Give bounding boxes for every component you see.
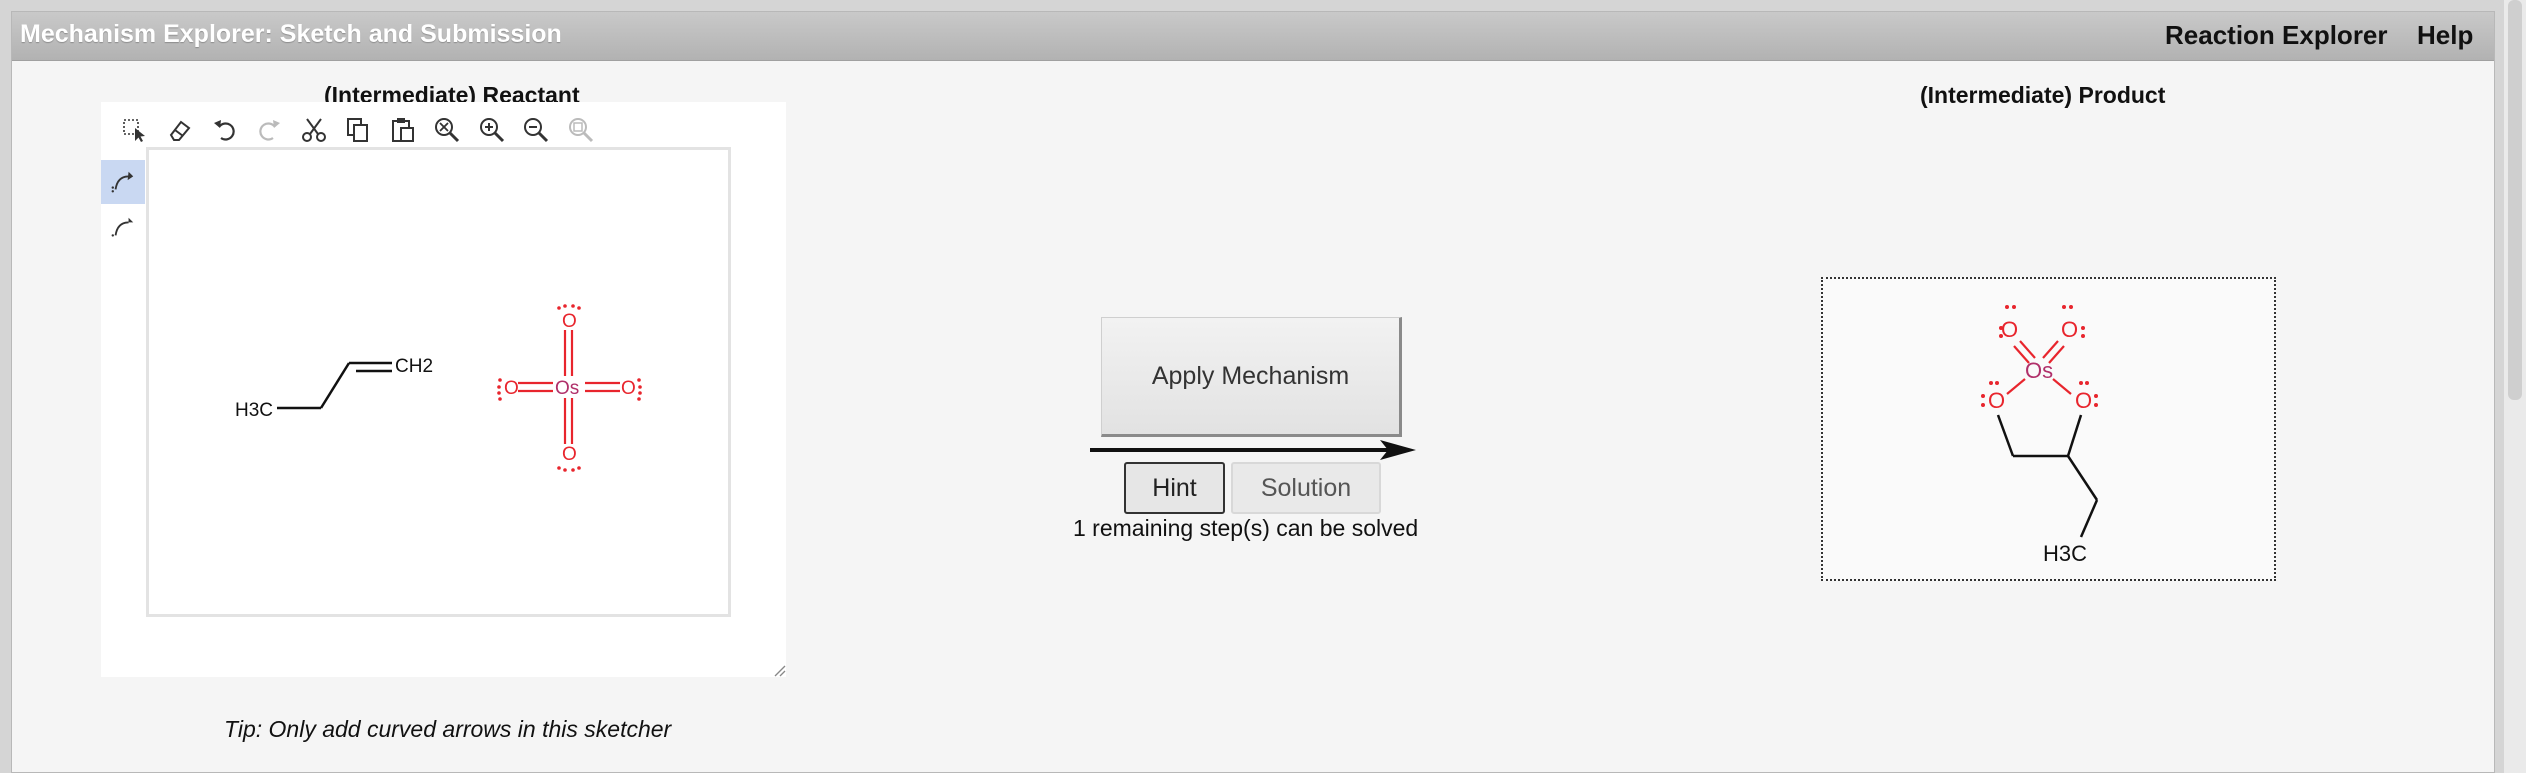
- page-scrollbar[interactable]: [2504, 0, 2526, 773]
- oxygen-top-label: O: [562, 311, 577, 332]
- oxygen-left-label: O: [504, 378, 519, 399]
- osmium-label: Os: [555, 378, 579, 399]
- product-structure-box: Os O O O O H3C: [1821, 277, 2276, 581]
- hint-button[interactable]: Hint: [1124, 462, 1225, 514]
- eraser-icon[interactable]: [162, 112, 198, 148]
- paste-icon[interactable]: [385, 112, 421, 148]
- product-oxygen-4: O: [2075, 388, 2092, 413]
- zoom-reset-icon[interactable]: [429, 112, 465, 148]
- app-title: Mechanism Explorer: Sketch and Submissio…: [20, 20, 562, 48]
- copy-icon[interactable]: [340, 112, 376, 148]
- redo-icon[interactable]: [251, 112, 287, 148]
- resize-handle-icon[interactable]: [772, 663, 786, 677]
- curved-arrow-pair-tool[interactable]: [101, 160, 145, 204]
- product-oxygen-3: O: [1988, 388, 2005, 413]
- product-oxygen-1: O: [2001, 317, 2018, 342]
- scrollbar-thumb[interactable]: [2508, 0, 2522, 400]
- curved-arrow-single-tool[interactable]: [101, 206, 145, 250]
- oxygen-right-label: O: [621, 378, 636, 399]
- curved-arrow-electron-pair-icon: [111, 171, 134, 193]
- solution-button[interactable]: Solution: [1231, 462, 1381, 514]
- reaction-explorer-link[interactable]: Reaction Explorer: [2165, 20, 2388, 51]
- sketch-canvas[interactable]: H3C CH2 Os O O O O: [146, 147, 731, 617]
- reactant-molecules: H3C CH2 Os O O O O: [235, 304, 642, 472]
- zoom-in-icon[interactable]: [474, 112, 510, 148]
- butene-molecule: H3C CH2: [235, 356, 433, 421]
- undo-icon[interactable]: [207, 112, 243, 148]
- curved-arrow-single-electron-icon: [111, 217, 134, 237]
- apply-mechanism-button[interactable]: Apply Mechanism: [1101, 317, 1402, 437]
- product-osmium-label: Os: [2025, 358, 2053, 383]
- osmium-tetroxide-molecule: Os O O O O: [497, 304, 642, 472]
- cut-icon[interactable]: [296, 112, 332, 148]
- sketcher-tip: Tip: Only add curved arrows in this sket…: [224, 716, 672, 742]
- reaction-arrow-icon: [1090, 440, 1416, 460]
- title-bar: Mechanism Explorer: Sketch and Submissio…: [12, 12, 2494, 61]
- methylene-label: CH2: [395, 356, 433, 377]
- methyl-label: H3C: [235, 400, 273, 421]
- select-icon[interactable]: [117, 112, 153, 148]
- help-link[interactable]: Help: [2417, 20, 2473, 51]
- oxygen-bottom-label: O: [562, 444, 577, 465]
- product-oxygen-2: O: [2061, 317, 2078, 342]
- product-molecule: Os O O O O H3C: [1981, 305, 2099, 566]
- reactant-sketcher: H3C CH2 Os O O O O: [101, 102, 786, 677]
- product-title: (Intermediate) Product: [1920, 82, 2166, 108]
- remaining-steps-status: 1 remaining step(s) can be solved: [1073, 515, 1419, 541]
- product-methyl-label: H3C: [2043, 541, 2087, 566]
- zoom-fit-icon[interactable]: [563, 112, 599, 148]
- zoom-out-icon[interactable]: [518, 112, 554, 148]
